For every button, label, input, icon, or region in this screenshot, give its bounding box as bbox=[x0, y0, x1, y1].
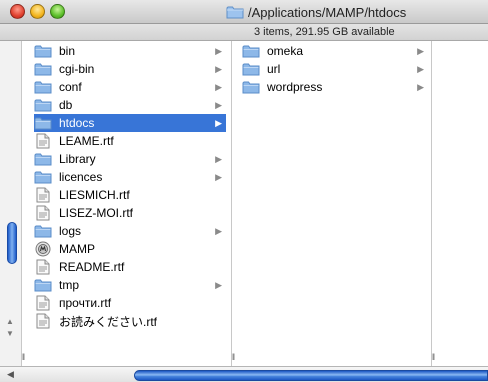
htdocs-folder-column[interactable]: ll omeka ▶ url ▶ wordpress ▶ bbox=[232, 41, 432, 366]
mamp-app-icon bbox=[34, 241, 52, 257]
list-item[interactable]: LEAME.rtf bbox=[34, 132, 226, 150]
folder-icon bbox=[34, 278, 52, 293]
disclosure-arrow-icon: ▶ bbox=[417, 81, 424, 92]
folder-icon bbox=[34, 62, 52, 77]
rtf-document-icon bbox=[34, 205, 52, 221]
mamp-folder-column[interactable]: ll bin ▶ cgi-bin ▶ conf ▶ db ▶ htdocs ▶ LEAME.rtf L… bbox=[22, 41, 232, 366]
item-label: お読みください.rtf bbox=[59, 314, 157, 329]
folder-icon bbox=[242, 44, 260, 59]
list-item[interactable]: omeka ▶ bbox=[242, 42, 428, 60]
column-resize-handle[interactable]: ll bbox=[432, 352, 435, 362]
rtf-document-icon bbox=[34, 133, 52, 149]
window-title-area: /Applications/MAMP/htdocs bbox=[226, 3, 406, 21]
scroll-thumb[interactable] bbox=[7, 222, 17, 264]
empty-column[interactable]: ll bbox=[432, 41, 488, 366]
rtf-document-icon bbox=[34, 187, 52, 203]
previous-column: ▲ ▼ bbox=[0, 41, 22, 366]
list-item[interactable]: LISEZ-MOI.rtf bbox=[34, 204, 226, 222]
window-title: /Applications/MAMP/htdocs bbox=[248, 4, 407, 20]
disclosure-arrow-icon: ▶ bbox=[215, 171, 222, 182]
scroll-left-arrow-icon[interactable]: ◀ bbox=[7, 369, 14, 380]
close-window-button[interactable] bbox=[10, 4, 25, 19]
item-label: bin bbox=[59, 44, 76, 58]
item-label: Library bbox=[59, 152, 96, 166]
disclosure-arrow-icon: ▶ bbox=[215, 63, 222, 74]
list-item[interactable]: README.rtf bbox=[34, 258, 226, 276]
item-label: LIESMICH.rtf bbox=[59, 188, 130, 202]
folder-icon bbox=[226, 6, 244, 19]
item-label: htdocs bbox=[59, 116, 95, 130]
item-label: db bbox=[59, 98, 73, 112]
disclosure-arrow-icon: ▶ bbox=[215, 279, 222, 290]
item-label: LEAME.rtf bbox=[59, 134, 114, 148]
title-bar: /Applications/MAMP/htdocs bbox=[0, 0, 488, 24]
status-text: 3 items, 291.95 GB available bbox=[254, 26, 395, 38]
folder-icon bbox=[242, 80, 260, 95]
folder-icon bbox=[242, 62, 260, 77]
horizontal-scroll-thumb[interactable] bbox=[134, 370, 488, 381]
disclosure-arrow-icon: ▶ bbox=[215, 45, 222, 56]
list-item[interactable]: htdocs ▶ bbox=[34, 114, 226, 132]
rtf-document-icon bbox=[34, 259, 52, 275]
item-label: MAMP bbox=[59, 242, 95, 256]
item-label: omeka bbox=[267, 44, 304, 58]
disclosure-arrow-icon: ▶ bbox=[215, 99, 222, 110]
folder-icon bbox=[34, 170, 52, 185]
folder-icon bbox=[34, 152, 52, 167]
folder-icon bbox=[34, 98, 52, 113]
item-label: url bbox=[267, 62, 281, 76]
list-item[interactable]: url ▶ bbox=[242, 60, 428, 78]
vertical-scrollbar[interactable]: ▲ ▼ bbox=[0, 41, 22, 366]
item-label: licences bbox=[59, 170, 103, 184]
folder-icon bbox=[34, 224, 52, 239]
disclosure-arrow-icon: ▶ bbox=[215, 225, 222, 236]
item-label: прочти.rtf bbox=[59, 296, 112, 310]
list-item[interactable]: bin ▶ bbox=[34, 42, 226, 60]
folder-icon bbox=[34, 44, 52, 59]
scroll-down-arrow-icon[interactable]: ▼ bbox=[6, 329, 14, 338]
list-item[interactable]: MAMP bbox=[34, 240, 226, 258]
scroll-up-arrow-icon[interactable]: ▲ bbox=[6, 317, 14, 326]
item-label: wordpress bbox=[267, 80, 323, 94]
rtf-document-icon bbox=[34, 295, 52, 311]
column-resize-handle[interactable]: ll bbox=[232, 352, 235, 362]
list-item[interactable]: tmp ▶ bbox=[34, 276, 226, 294]
folder-icon bbox=[34, 116, 52, 131]
item-label: cgi-bin bbox=[59, 62, 95, 76]
list-item[interactable]: conf ▶ bbox=[34, 78, 226, 96]
column-browser: ▲ ▼ ll bin ▶ cgi-bin ▶ conf ▶ db ▶ htdocs ▶ LEAME.… bbox=[0, 41, 488, 366]
disclosure-arrow-icon: ▶ bbox=[215, 153, 222, 164]
list-item[interactable]: wordpress ▶ bbox=[242, 78, 428, 96]
zoom-window-button[interactable] bbox=[50, 4, 65, 19]
list-item[interactable]: licences ▶ bbox=[34, 168, 226, 186]
status-bar: 3 items, 291.95 GB available bbox=[0, 24, 488, 41]
rtf-document-icon bbox=[34, 313, 52, 329]
disclosure-arrow-icon: ▶ bbox=[215, 117, 222, 128]
item-label: logs bbox=[59, 224, 82, 238]
list-item[interactable]: お読みください.rtf bbox=[34, 312, 226, 330]
item-label: tmp bbox=[59, 278, 80, 292]
list-item[interactable]: cgi-bin ▶ bbox=[34, 60, 226, 78]
list-item[interactable]: прочти.rtf bbox=[34, 294, 226, 312]
disclosure-arrow-icon: ▶ bbox=[417, 63, 424, 74]
list-item[interactable]: db ▶ bbox=[34, 96, 226, 114]
item-label: conf bbox=[59, 80, 82, 94]
folder-icon bbox=[34, 80, 52, 95]
column-resize-handle[interactable]: ll bbox=[22, 352, 25, 362]
minimize-window-button[interactable] bbox=[30, 4, 45, 19]
disclosure-arrow-icon: ▶ bbox=[215, 81, 222, 92]
list-item[interactable]: Library ▶ bbox=[34, 150, 226, 168]
disclosure-arrow-icon: ▶ bbox=[417, 45, 424, 56]
item-label: LISEZ-MOI.rtf bbox=[59, 206, 134, 220]
list-item[interactable]: logs ▶ bbox=[34, 222, 226, 240]
item-label: README.rtf bbox=[59, 260, 125, 274]
list-item[interactable]: LIESMICH.rtf bbox=[34, 186, 226, 204]
horizontal-scrollbar[interactable]: ◀ bbox=[0, 366, 488, 382]
